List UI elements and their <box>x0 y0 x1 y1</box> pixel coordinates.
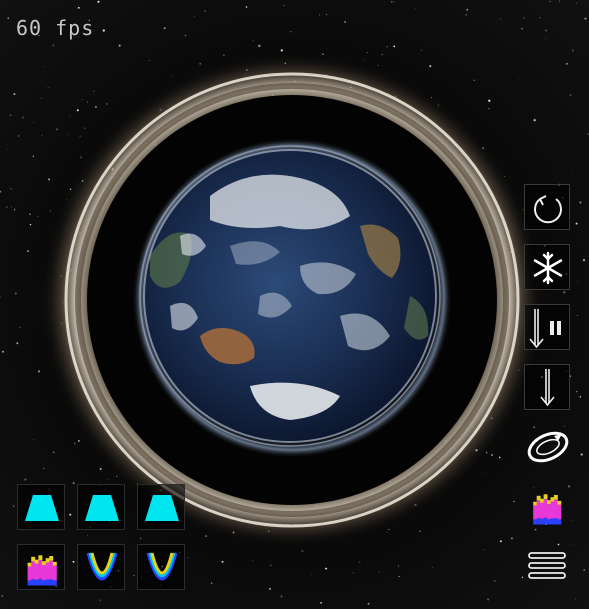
cyan-trapezoid-icon <box>85 495 119 521</box>
spectrum-preset[interactable] <box>17 544 65 590</box>
fall-pause-button[interactable] <box>524 304 570 350</box>
cyan-trapezoid-icon <box>145 495 179 521</box>
earth-globe <box>143 149 437 443</box>
snowflake-icon <box>533 251 563 285</box>
fps-counter: 60 fps <box>16 16 95 40</box>
trapezoid-preset-3[interactable] <box>137 484 185 530</box>
simulation-viewport[interactable]: 60 fps <box>0 0 589 609</box>
down-arrow-pause-icon <box>529 309 561 349</box>
spectrum-histogram-icon <box>27 555 57 586</box>
spectrum-histogram-icon <box>533 494 562 525</box>
hamburger-icon <box>528 552 566 579</box>
potential-well-icon <box>146 552 178 581</box>
rotate-icon <box>534 195 562 224</box>
trapezoid-preset-2[interactable] <box>77 484 125 530</box>
potential-well-preset-2[interactable] <box>137 544 185 590</box>
trapezoid-preset-1[interactable] <box>17 484 65 530</box>
orbit-button[interactable] <box>524 424 570 470</box>
fall-button[interactable] <box>524 364 570 410</box>
menu-button[interactable] <box>524 544 570 590</box>
orbit-ring-icon <box>527 431 569 463</box>
preset-palette <box>17 484 187 596</box>
freeze-button[interactable] <box>524 244 570 290</box>
spectrum-button[interactable] <box>524 484 570 530</box>
right-toolbar <box>524 184 572 594</box>
rotate-button[interactable] <box>524 184 570 230</box>
potential-well-preset-1[interactable] <box>77 544 125 590</box>
cyan-trapezoid-icon <box>25 495 59 521</box>
potential-well-icon <box>86 552 118 581</box>
down-arrow-icon <box>540 369 555 407</box>
